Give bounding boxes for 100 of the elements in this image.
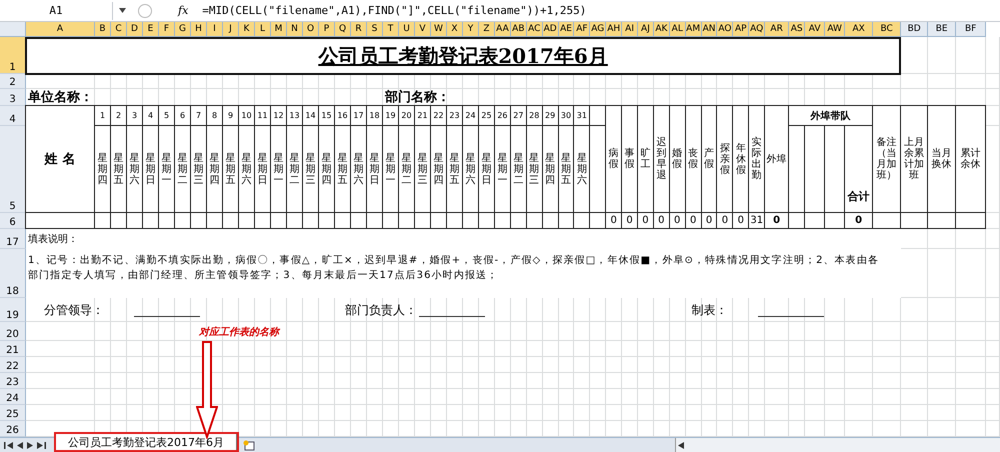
column-header[interactable]: K [239, 22, 255, 37]
column-header[interactable]: Z [479, 22, 495, 37]
team-header-cell: 外埠带队 [788, 105, 874, 126]
day-number-cell: 31 [573, 105, 590, 126]
row-header[interactable]: 1 [0, 37, 26, 74]
first-sheet-icon[interactable] [4, 442, 13, 448]
column-header[interactable]: AB [510, 22, 527, 37]
annotation-text: 对应工作表的名称 [198, 325, 282, 338]
row-header[interactable]: 23 [0, 373, 26, 389]
scroll-left-icon[interactable] [678, 442, 684, 448]
team-data-cell[interactable] [788, 212, 806, 229]
row-header[interactable]: 24 [0, 389, 26, 405]
notes-title: 填表说明： [26, 229, 902, 249]
name-header-cell: 姓 名 [25, 105, 95, 213]
column-header[interactable]: D [127, 22, 143, 37]
signature-label: 部门负责人： [345, 302, 417, 318]
notes-text: 1、记号：出勤不记、满勤不填实际出勤，病假〇，事假△，旷工×，迟到早退#，婚假+，丧假-，产假◇，探亲假□，年休假■，外阜⊙，特殊情况用文字注明；2、本表由各部门指定专人填写，由部门经理、所主管领导签字；3、每月末最后一天17点后36小时内报送； [26, 249, 902, 298]
row-header[interactable]: 20 [0, 322, 26, 341]
column-header[interactable]: E [143, 22, 159, 37]
column-header[interactable]: AS [789, 22, 806, 37]
column-header[interactable]: L [255, 22, 271, 37]
horizontal-scrollbar[interactable] [675, 438, 1000, 452]
signature-label: 分管领导： [44, 302, 104, 318]
column-header[interactable]: P [319, 22, 335, 37]
outside-header-cell: 外埠 [764, 105, 790, 213]
unit-name-label: 单位名称： [27, 89, 94, 106]
column-header[interactable]: AE [558, 22, 574, 37]
column-header[interactable]: X [447, 22, 463, 37]
column-header[interactable]: S [367, 22, 383, 37]
last-sheet-icon[interactable] [37, 442, 46, 448]
column-header[interactable]: AR [765, 22, 790, 37]
insert-function-button[interactable]: fx [178, 4, 188, 17]
column-header[interactable]: AJ [638, 22, 654, 37]
leave-header-cell: 病假 [605, 105, 622, 213]
column-header[interactable]: F [159, 22, 175, 37]
column-header[interactable]: AK [654, 22, 670, 37]
column-header[interactable]: AF [574, 22, 590, 37]
team-data-cell[interactable] [804, 212, 826, 229]
column-header[interactable]: BE [928, 22, 956, 37]
column-header[interactable]: AL [670, 22, 686, 37]
column-header[interactable]: AD [542, 22, 559, 37]
dropdown-caret-icon[interactable] [119, 8, 126, 13]
row-header[interactable]: 21 [0, 341, 26, 357]
row-header[interactable]: 26 [0, 421, 26, 437]
column-header[interactable]: H [191, 22, 207, 37]
remark-data-cell[interactable] [955, 212, 986, 229]
column-header[interactable]: B [95, 22, 111, 37]
column-header[interactable]: BD [901, 22, 928, 37]
column-header[interactable]: AM [686, 22, 702, 37]
row-header[interactable]: 2 [0, 74, 26, 89]
row-header[interactable]: 3 [0, 89, 26, 106]
column-header[interactable]: I [207, 22, 223, 37]
column-header[interactable]: U [399, 22, 415, 37]
name-box[interactable]: A1 [0, 2, 113, 20]
column-header[interactable]: N [287, 22, 303, 37]
column-header[interactable]: C [111, 22, 127, 37]
insert-sheet-icon[interactable] [243, 440, 255, 451]
column-header[interactable]: AC [526, 22, 543, 37]
column-header[interactable]: AO [717, 22, 734, 37]
row-header[interactable]: 5 [0, 126, 26, 213]
column-header[interactable]: BC [873, 22, 902, 37]
column-header[interactable]: AA [495, 22, 511, 37]
name-cell[interactable] [25, 212, 95, 229]
team-data-cell[interactable] [824, 212, 846, 229]
column-header[interactable]: AP [733, 22, 750, 37]
column-header[interactable]: AQ [749, 22, 766, 37]
column-header[interactable]: Y [463, 22, 479, 37]
column-header[interactable]: Q [335, 22, 351, 37]
column-header[interactable]: AX [845, 22, 874, 37]
remark-header-cell: 累计余休 [955, 105, 986, 213]
column-header[interactable]: O [303, 22, 319, 37]
column-header[interactable]: M [271, 22, 287, 37]
column-header[interactable]: AI [622, 22, 638, 37]
column-header[interactable]: AW [825, 22, 846, 37]
row-header[interactable]: 17 [0, 229, 26, 249]
next-sheet-icon[interactable] [27, 442, 33, 448]
column-header[interactable]: AN [702, 22, 718, 37]
column-header[interactable]: G [175, 22, 191, 37]
previous-sheet-icon[interactable] [17, 442, 23, 448]
title-cell[interactable]: 公司员工考勤登记表2017年6月 [25, 37, 902, 75]
row-header[interactable]: 18 [0, 249, 26, 298]
column-header[interactable]: AH [606, 22, 622, 37]
column-header[interactable]: AG [590, 22, 606, 37]
sheet-tab[interactable]: 公司员工考勤登记表2017年6月 [56, 434, 237, 450]
row-header[interactable]: 19 [0, 298, 26, 322]
column-header[interactable]: W [431, 22, 447, 37]
row-header[interactable]: 25 [0, 405, 26, 421]
column-header[interactable]: R [351, 22, 367, 37]
column-header[interactable]: J [223, 22, 239, 37]
department-name-label: 部门名称： [384, 89, 451, 106]
row-header[interactable]: 6 [0, 213, 26, 229]
row-header[interactable]: 22 [0, 357, 26, 373]
column-header[interactable]: BF [956, 22, 986, 37]
column-header[interactable]: V [415, 22, 431, 37]
column-header[interactable]: T [383, 22, 399, 37]
column-header[interactable]: AV [805, 22, 826, 37]
column-header[interactable]: A [26, 22, 95, 37]
sheet-title: 公司员工考勤登记表2017年6月 [318, 42, 608, 70]
formula-field[interactable]: =MID(CELL("filename",A1),FIND("]",CELL("filename"))+1,255) [202, 4, 586, 17]
row-header[interactable]: 4 [0, 106, 26, 126]
